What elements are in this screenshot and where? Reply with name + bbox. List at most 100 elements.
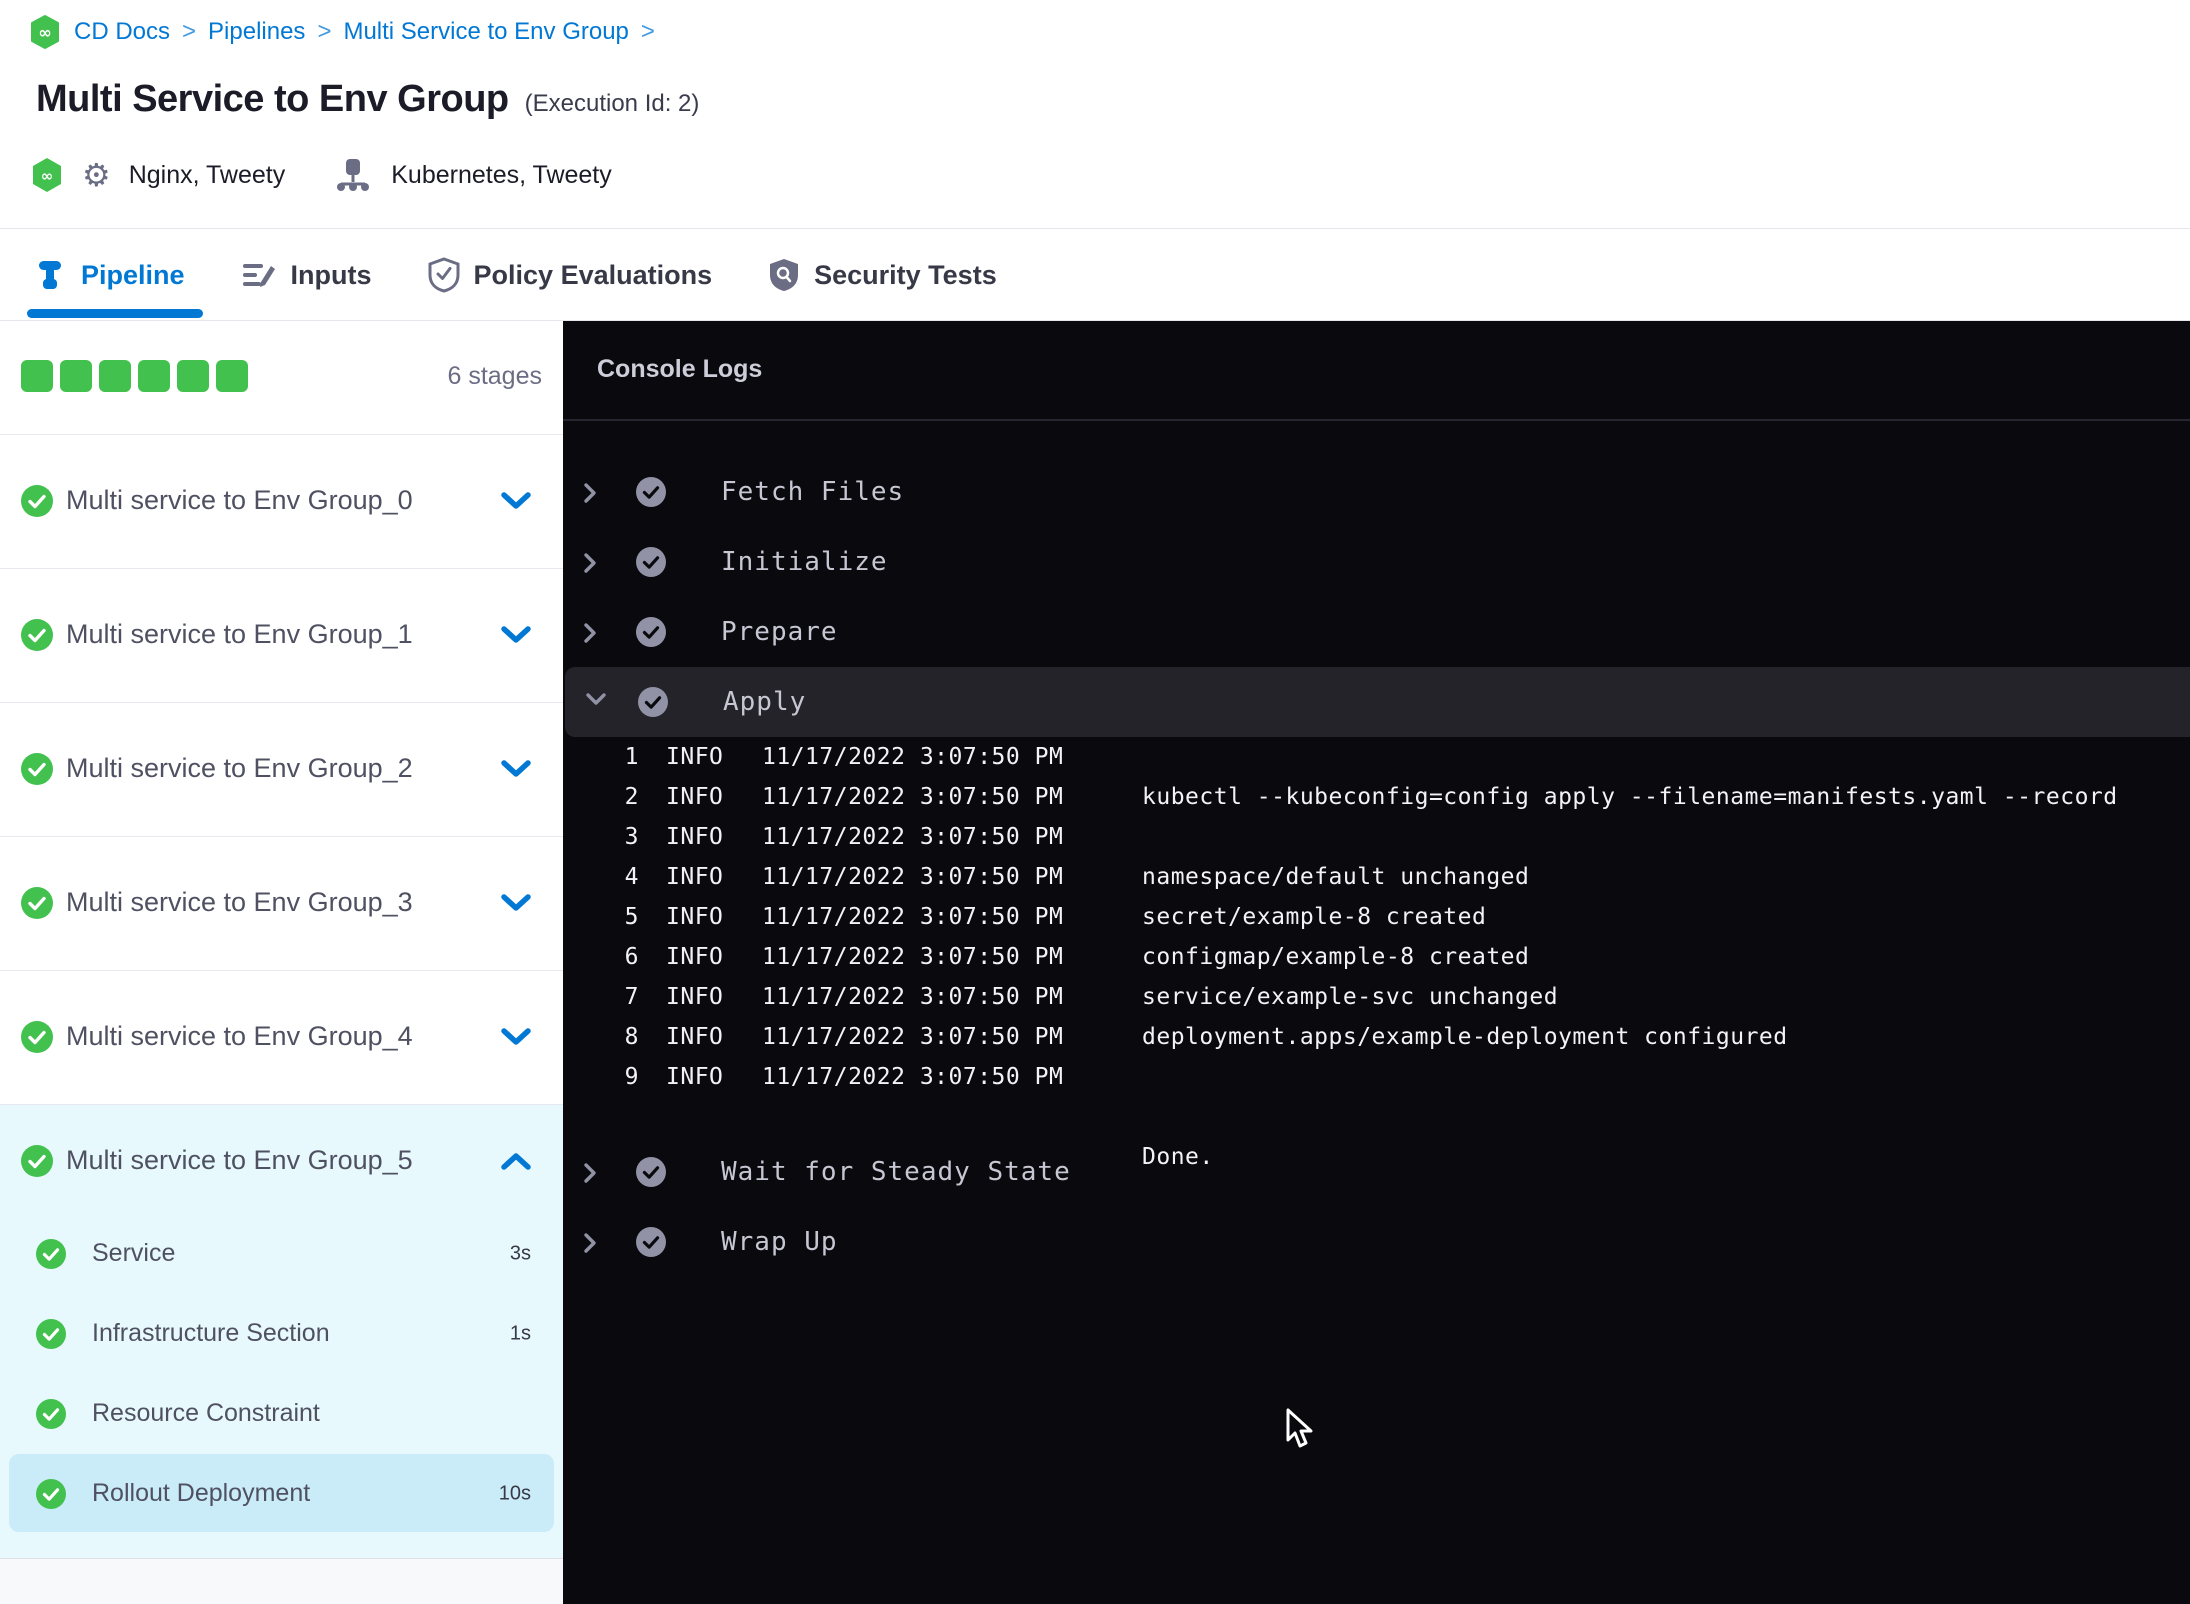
log-line-number: 9 <box>624 1064 639 1090</box>
security-shield-icon <box>770 259 799 291</box>
chevron-up-icon[interactable] <box>500 1152 532 1170</box>
log-message: deployment.apps/example-deployment confi… <box>1142 1024 1788 1050</box>
tab-bar: Pipeline Inputs Policy Evaluations Security… <box>27 230 997 320</box>
stage-progress-header: 6 stages <box>0 321 563 434</box>
log-timestamp: 11/17/2022 3:07:50 PM <box>762 824 1064 850</box>
pipeline-step-infrastructure-section[interactable]: Infrastructure Section 1s <box>0 1294 563 1374</box>
svg-text:∞: ∞ <box>38 23 51 42</box>
console-step-wrap-up[interactable]: Wrap Up <box>563 1207 2190 1277</box>
tab-inputs[interactable]: Inputs <box>241 230 372 320</box>
pipeline-step-rollout-deployment[interactable]: Rollout Deployment 10s <box>0 1454 563 1534</box>
stage-row[interactable]: Multi service to Env Group_0 <box>0 434 563 568</box>
log-line-number: 2 <box>624 784 639 810</box>
log-line-number: 8 <box>624 1024 639 1050</box>
console-logs-panel: Console Logs Fetch Files Initialize Prepar… <box>563 321 2190 1604</box>
console-step-name: Initialize <box>721 547 888 577</box>
check-circle-icon <box>21 485 53 517</box>
stage-row-expanded[interactable]: Multi service to Env Group_5 <box>0 1105 563 1217</box>
stage-name: Multi service to Env Group_5 <box>66 1144 413 1175</box>
execution-id: (Execution Id: 2) <box>524 90 700 117</box>
harness-badge-icon: ∞ <box>33 158 61 192</box>
log-timestamp: 11/17/2022 3:07:50 PM <box>762 944 1064 970</box>
check-circle-icon <box>636 477 666 507</box>
log-message: service/example-svc unchanged <box>1142 984 1559 1010</box>
log-message: secret/example-8 created <box>1142 904 1487 930</box>
log-line: 4 INFO 11/17/2022 3:07:50 PM namespace/defa… <box>563 857 2190 897</box>
chevron-right-icon[interactable] <box>583 1162 597 1184</box>
harness-logo-icon: ∞ <box>31 15 59 49</box>
stage-progress-square <box>138 360 170 392</box>
check-circle-icon <box>21 887 53 919</box>
chevron-down-icon[interactable] <box>500 1028 532 1046</box>
stage-row[interactable]: Multi service to Env Group_1 <box>0 568 563 702</box>
check-circle-icon <box>36 1319 66 1349</box>
header-divider <box>0 228 2190 229</box>
breadcrumb-link[interactable]: CD Docs <box>74 18 170 46</box>
chevron-right-icon[interactable] <box>583 622 597 644</box>
log-line: 1 INFO 11/17/2022 3:07:50 PM <box>563 737 2190 777</box>
chevron-right-icon[interactable] <box>583 1232 597 1254</box>
step-name: Resource Constraint <box>92 1398 320 1427</box>
breadcrumb-separator: > <box>182 18 197 45</box>
log-line: 7 INFO 11/17/2022 3:07:50 PM service/exampl… <box>563 977 2190 1017</box>
inputs-icon <box>242 264 275 287</box>
log-timestamp: 11/17/2022 3:07:50 PM <box>762 864 1064 890</box>
log-line-number: 4 <box>624 864 639 890</box>
check-circle-icon <box>636 547 666 577</box>
chevron-down-icon[interactable] <box>500 894 532 912</box>
console-step-wait-for-steady-state[interactable]: Wait for Steady State <box>563 1137 2190 1207</box>
console-step-fetch-files[interactable]: Fetch Files <box>563 457 2190 527</box>
log-line: 8 INFO 11/17/2022 3:07:50 PM deployment.app… <box>563 1017 2190 1057</box>
chevron-right-icon[interactable] <box>583 552 597 574</box>
stage-progress-squares <box>21 360 248 392</box>
stage-progress-square <box>99 360 131 392</box>
chevron-down-icon[interactable] <box>500 626 532 644</box>
log-message: namespace/default unchanged <box>1142 864 1530 890</box>
breadcrumb-link[interactable]: Pipelines <box>208 18 305 46</box>
stage-row[interactable]: Multi service to Env Group_2 <box>0 702 563 836</box>
stage-row[interactable]: Multi service to Env Group_3 <box>0 836 563 970</box>
chevron-right-icon[interactable] <box>583 482 597 504</box>
tab-label: Pipeline <box>81 259 185 290</box>
log-line-number: 1 <box>624 744 639 770</box>
pipeline-step-service[interactable]: Service 3s <box>0 1214 563 1294</box>
tab-pipeline[interactable]: Pipeline <box>27 230 203 320</box>
console-step-name: Apply <box>723 687 807 717</box>
log-line: 6 INFO 11/17/2022 3:07:50 PM configmap/exam… <box>563 937 2190 977</box>
console-step-prepare[interactable]: Prepare <box>563 597 2190 667</box>
stage-name: Multi service to Env Group_0 <box>66 484 413 515</box>
pipeline-step-resource-constraint[interactable]: Resource Constraint <box>0 1374 563 1454</box>
log-line: 3 INFO 11/17/2022 3:07:50 PM <box>563 817 2190 857</box>
log-line: 5 INFO 11/17/2022 3:07:50 PM secret/example… <box>563 897 2190 937</box>
tab-label: Security Tests <box>814 259 997 290</box>
step-duration: 3s <box>509 1242 531 1265</box>
console-step-name: Wait for Steady State <box>721 1157 1071 1187</box>
stage-count-label: 6 stages <box>447 362 542 390</box>
chevron-down-icon[interactable] <box>585 692 607 706</box>
step-duration: 1s <box>509 1322 531 1345</box>
log-line-number: 5 <box>624 904 639 930</box>
breadcrumb-link[interactable]: Multi Service to Env Group <box>343 18 628 46</box>
chevron-down-icon[interactable] <box>500 492 532 510</box>
stage-row[interactable]: Multi service to Env Group_4 <box>0 970 563 1104</box>
log-timestamp: 11/17/2022 3:07:50 PM <box>762 784 1064 810</box>
tab-policy-evaluations[interactable]: Policy Evaluations <box>428 230 713 320</box>
log-timestamp: 11/17/2022 3:07:50 PM <box>762 904 1064 930</box>
stage-progress-square <box>216 360 248 392</box>
console-header-divider <box>563 419 2190 421</box>
log-level: INFO <box>666 904 724 930</box>
breadcrumb-links: CD Docs > Pipelines > Multi Service to Env G… <box>74 18 655 46</box>
log-level: INFO <box>666 1064 724 1090</box>
services-label: Nginx, Tweety <box>128 160 286 189</box>
check-circle-icon <box>638 687 668 717</box>
console-step-initialize[interactable]: Initialize <box>563 527 2190 597</box>
log-level: INFO <box>666 944 724 970</box>
step-name: Rollout Deployment <box>92 1478 311 1507</box>
page-title: Multi Service to Env Group <box>36 78 509 120</box>
tab-label: Policy Evaluations <box>473 259 713 290</box>
stage-name: Multi service to Env Group_1 <box>66 618 413 649</box>
console-step-apply[interactable]: Apply <box>565 667 2190 737</box>
log-message: kubectl --kubeconfig=config apply --file… <box>1142 784 2118 810</box>
tab-security-tests[interactable]: Security Tests <box>768 230 997 320</box>
chevron-down-icon[interactable] <box>500 760 532 778</box>
